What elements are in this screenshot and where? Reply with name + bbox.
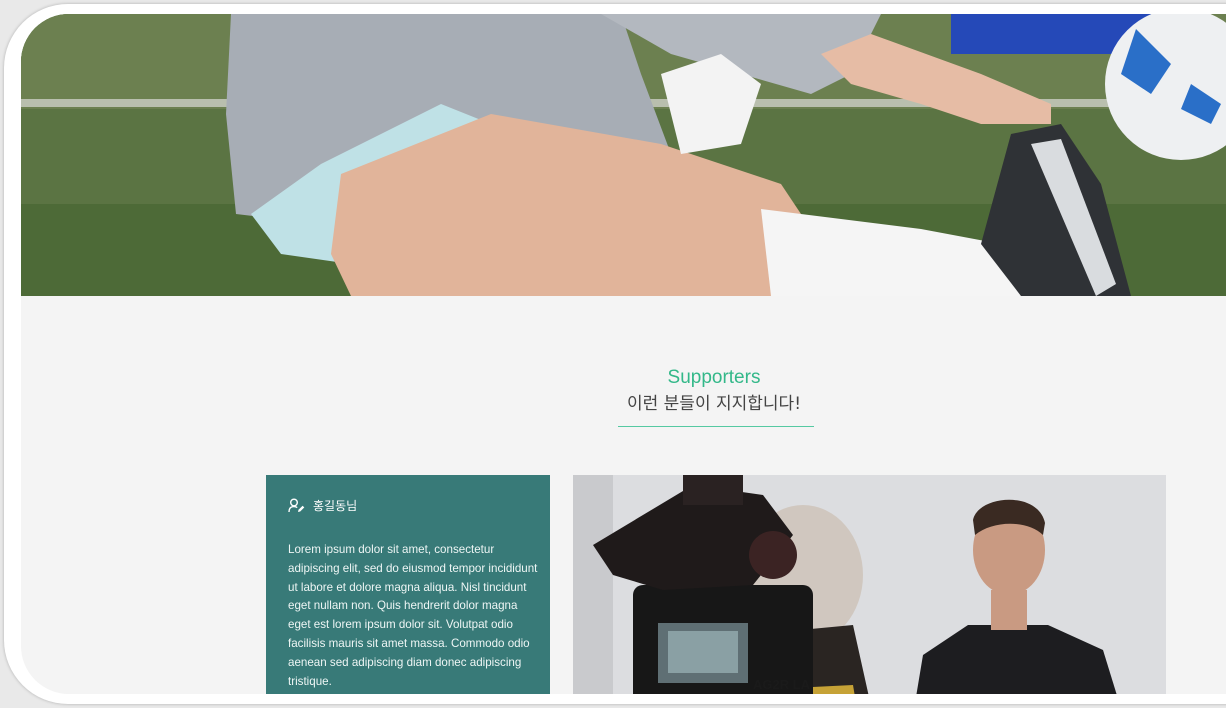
user-edit-icon — [288, 498, 305, 513]
supporter-card: 홍길동님 Lorem ipsum dolor sit amet, consect… — [266, 475, 550, 694]
section-heading: Supporters 이런 분들이 지지합니다! — [21, 366, 1226, 417]
page-viewport: Supporters 이런 분들이 지지합니다! 홍길동님 Lorem ipsu… — [21, 14, 1226, 694]
heading-underline — [618, 426, 814, 427]
supporter-testimonial: Lorem ipsum dolor sit amet, consectetur … — [288, 543, 538, 688]
device-frame: Supporters 이런 분들이 지지합니다! 홍길동님 Lorem ipsu… — [4, 4, 1226, 704]
supporter-photo: AG2R LA — [573, 475, 1166, 694]
hero-image — [21, 14, 1226, 296]
section-subtitle: Supporters — [667, 367, 761, 388]
section-title: 이런 분들이 지지합니다! — [626, 394, 802, 414]
shirt-text: AG2R LA — [753, 677, 811, 692]
supporter-name: 홍길동님 — [313, 499, 358, 513]
supporter-header: 홍길동님 — [288, 497, 357, 514]
